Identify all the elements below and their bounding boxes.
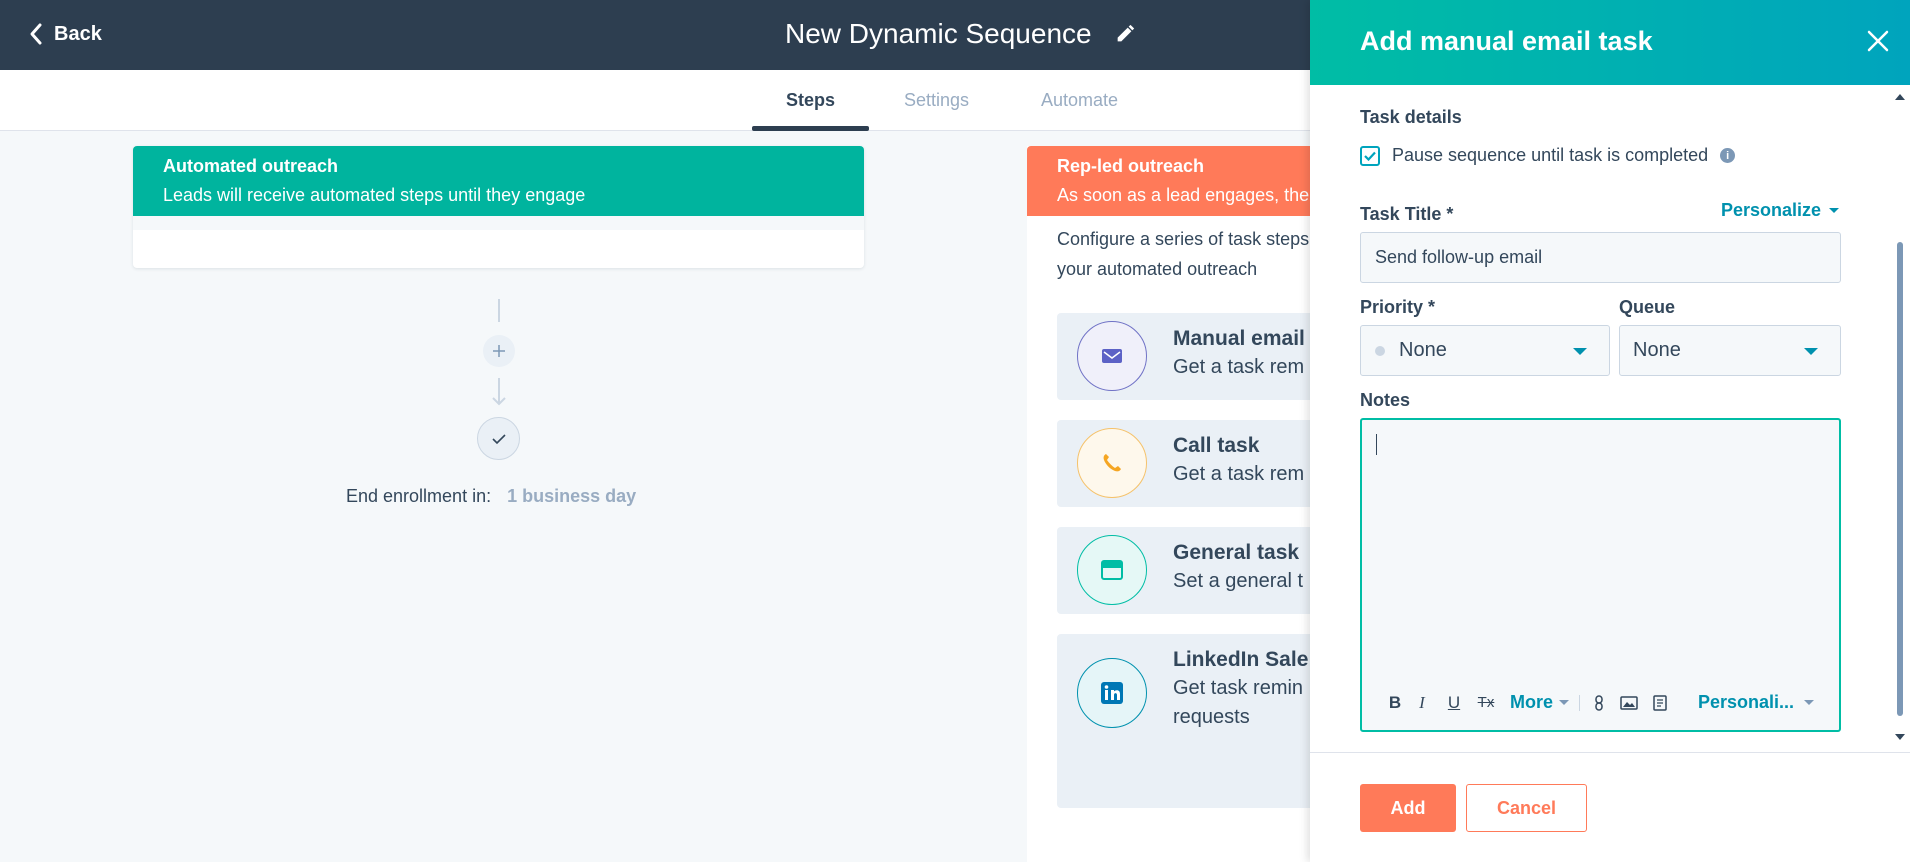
close-icon[interactable] xyxy=(1865,28,1891,54)
panel-title: Add manual email task xyxy=(1360,26,1653,56)
sequence-title: New Dynamic Sequence xyxy=(785,18,1136,50)
more-label: More xyxy=(1510,692,1554,712)
arrow-down-icon xyxy=(492,378,506,406)
add-button[interactable]: Add xyxy=(1360,784,1456,832)
automated-outreach-header: Automated outreach Leads will receive au… xyxy=(133,146,864,216)
envelope-icon xyxy=(1077,321,1147,391)
tab-automate[interactable]: Automate xyxy=(1041,90,1118,111)
toolbar-divider xyxy=(1579,694,1581,711)
priority-value: None xyxy=(1399,339,1447,361)
cancel-button[interactable]: Cancel xyxy=(1466,784,1587,832)
snippet-icon[interactable] xyxy=(1652,694,1668,711)
bold-button[interactable]: B xyxy=(1384,693,1406,713)
checkmark-icon xyxy=(1364,151,1376,161)
rep-led-outreach-card: Rep-led outreach As soon as a lead engag… xyxy=(1027,146,1357,862)
personalize-toolbar-dropdown[interactable]: Personali... xyxy=(1698,692,1815,713)
end-step-check xyxy=(477,417,520,460)
priority-dot xyxy=(1375,345,1385,356)
notes-label: Notes xyxy=(1360,390,1411,410)
link-icon[interactable] xyxy=(1590,694,1610,711)
end-enrollment-value[interactable]: 1 business day xyxy=(507,486,636,507)
task-option-desc: Set a general t xyxy=(1173,570,1304,592)
task-option-name: General task xyxy=(1173,541,1300,564)
automated-outreach-strip xyxy=(133,216,864,230)
chevron-left-icon xyxy=(30,23,42,45)
rep-led-outreach-subtitle: As soon as a lead engages, the xyxy=(1057,185,1310,205)
more-dropdown[interactable]: More xyxy=(1510,692,1570,713)
back-button[interactable]: Back xyxy=(28,22,102,46)
queue-label: Queue xyxy=(1619,297,1676,317)
tab-settings[interactable]: Settings xyxy=(904,90,969,111)
rep-led-outreach-header: Rep-led outreach As soon as a lead engag… xyxy=(1027,146,1347,216)
task-option-desc: Get a task rem xyxy=(1173,356,1305,378)
task-option-name: LinkedIn Sale xyxy=(1173,648,1309,671)
automated-outreach-card: Automated outreach Leads will receive au… xyxy=(133,146,864,268)
info-icon[interactable]: i xyxy=(1720,148,1736,163)
queue-select[interactable]: None xyxy=(1619,325,1841,376)
personalize-label: Personalize xyxy=(1721,200,1822,220)
linkedin-icon xyxy=(1077,658,1147,728)
task-option-name: Manual email xyxy=(1173,327,1305,350)
italic-button[interactable]: I xyxy=(1406,693,1438,713)
pause-sequence-checkbox[interactable] xyxy=(1360,145,1380,166)
task-title-label: Task Title * xyxy=(1360,204,1454,224)
underline-button[interactable]: U xyxy=(1438,693,1470,713)
tab-steps[interactable]: Steps xyxy=(786,90,835,111)
pause-sequence-label: Pause sequence until task is completed xyxy=(1392,145,1709,165)
rep-led-description-line2: your automated outreach xyxy=(1057,259,1258,279)
notes-editor[interactable]: B I U Tx More Personali... xyxy=(1360,418,1841,732)
scroll-down-icon[interactable] xyxy=(1893,732,1907,742)
task-option-desc-line1: Get task remin xyxy=(1173,677,1304,699)
active-tab-indicator xyxy=(752,126,869,131)
caret-down-icon xyxy=(1559,700,1570,705)
panel-scrollbar[interactable] xyxy=(1893,92,1907,747)
priority-label: Priority * xyxy=(1360,297,1436,317)
personalize-dropdown[interactable]: Personalize xyxy=(1721,200,1840,221)
task-option-desc: Get a task rem xyxy=(1173,463,1305,485)
rep-led-outreach-title: Rep-led outreach xyxy=(1057,156,1205,176)
window-icon xyxy=(1077,535,1147,605)
plus-icon xyxy=(493,345,505,357)
check-icon xyxy=(491,433,506,444)
clear-format-button[interactable]: Tx xyxy=(1470,694,1502,711)
flow-connector-line xyxy=(498,299,500,322)
priority-select[interactable]: None xyxy=(1360,325,1610,376)
caret-down-icon xyxy=(1829,208,1840,213)
text-cursor xyxy=(1376,434,1377,455)
caret-down-icon xyxy=(1804,348,1818,355)
add-task-panel: Add manual email task Task details Pause… xyxy=(1310,0,1910,862)
automated-outreach-title: Automated outreach xyxy=(163,156,339,176)
task-title-input[interactable]: Send follow-up email xyxy=(1360,232,1841,283)
end-enrollment-label: End enrollment in: xyxy=(346,486,492,506)
pause-sequence-row: Pause sequence until task is completed i xyxy=(1360,145,1736,166)
task-option-name: Call task xyxy=(1173,434,1260,457)
task-option-desc-line2: requests xyxy=(1173,706,1250,728)
automated-outreach-subtitle: Leads will receive automated steps until… xyxy=(163,185,586,205)
rep-led-description-line1: Configure a series of task steps xyxy=(1057,229,1310,249)
sequence-title-text: New Dynamic Sequence xyxy=(785,18,1092,49)
back-label: Back xyxy=(54,22,102,45)
end-enrollment: End enrollment in: 1 business day xyxy=(346,486,636,507)
pencil-icon[interactable] xyxy=(1114,23,1136,45)
scrollbar-thumb[interactable] xyxy=(1897,242,1903,716)
caret-down-icon xyxy=(1573,348,1587,355)
phone-icon xyxy=(1077,428,1147,498)
scroll-up-icon[interactable] xyxy=(1893,92,1907,102)
rep-led-description: Configure a series of task steps your au… xyxy=(1057,224,1309,284)
panel-header: Add manual email task xyxy=(1310,0,1910,85)
caret-down-icon xyxy=(1804,700,1815,705)
rich-text-toolbar: B I U Tx More Personali... xyxy=(1384,692,1815,713)
image-icon[interactable] xyxy=(1620,695,1638,711)
personalize-toolbar-label: Personali... xyxy=(1698,692,1795,712)
task-details-label: Task details xyxy=(1360,107,1462,127)
add-step-button[interactable] xyxy=(483,335,515,367)
panel-footer-divider xyxy=(1310,752,1910,753)
queue-value: None xyxy=(1633,339,1681,361)
